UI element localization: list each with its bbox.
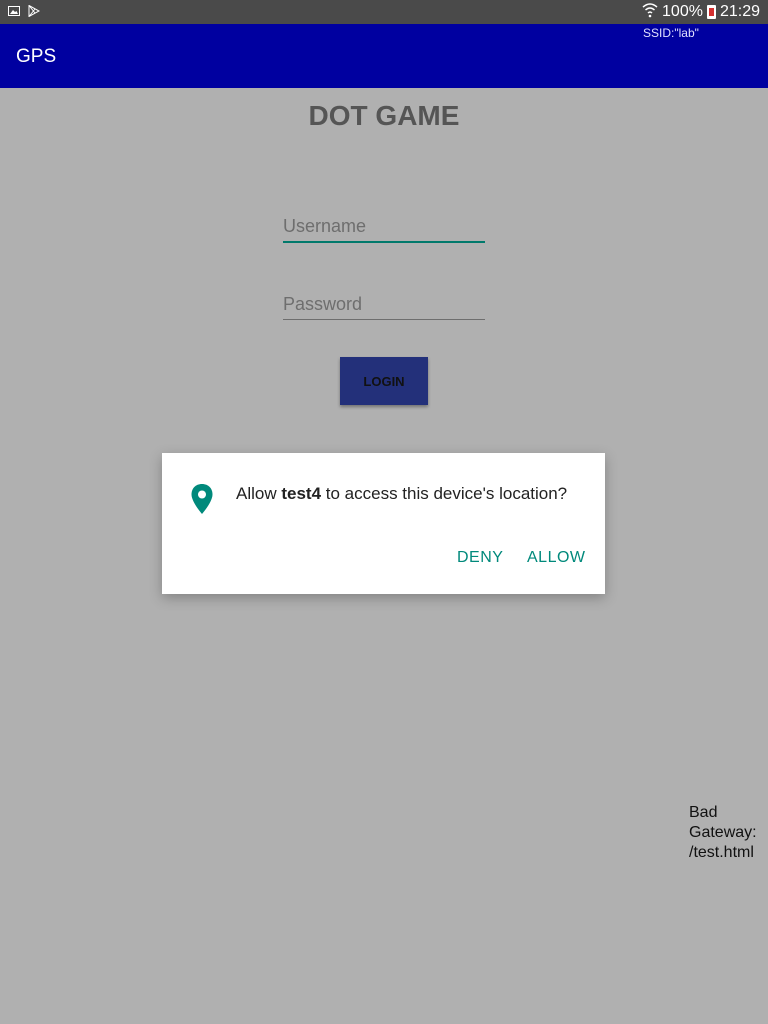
dialog-message-prefix: Allow: [236, 484, 282, 503]
app-bar: GPS SSID:"lab": [0, 24, 768, 88]
page-title: DOT GAME: [308, 100, 460, 131]
dialog-app-name: test4: [281, 484, 322, 503]
dialog-message: Allow test4 to access this device's loca…: [236, 484, 596, 504]
error-message: Bad Gateway: /test.html: [689, 804, 757, 861]
gallery-icon: [8, 4, 20, 16]
battery-percent: 100%: [662, 3, 703, 20]
status-bar: 100% 21:29: [0, 0, 768, 24]
dialog-message-suffix: to access this device's location?: [321, 484, 568, 503]
app-title: GPS: [16, 46, 57, 67]
clock: 21:29: [719, 3, 760, 20]
location-permission-dialog: Allow test4 to access this device's loca…: [162, 453, 605, 594]
wifi-icon: [642, 2, 658, 23]
ssid-label: SSID:"lab": [643, 26, 699, 40]
password-input[interactable]: [283, 294, 485, 320]
login-button[interactable]: LOGIN: [340, 357, 428, 405]
play-store-icon: [28, 4, 41, 18]
location-pin-icon: [190, 483, 214, 515]
username-input[interactable]: [283, 216, 485, 243]
battery-icon: [706, 5, 716, 19]
allow-button[interactable]: ALLOW: [527, 549, 586, 567]
deny-button[interactable]: DENY: [457, 549, 503, 567]
